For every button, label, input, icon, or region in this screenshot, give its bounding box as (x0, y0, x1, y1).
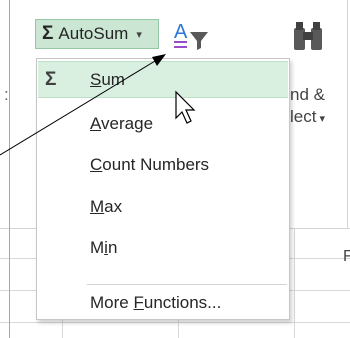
chevron-down-icon: ▾ (319, 113, 325, 125)
grid-row-line (0, 322, 350, 323)
menu-item-label: Min (90, 237, 118, 257)
menu-item-count-numbers[interactable]: Count Numbers (38, 146, 288, 183)
autosum-label: AutoSum (58, 24, 129, 43)
menu-item-max[interactable]: Max (38, 188, 288, 225)
sort-filter-icon[interactable]: A (172, 18, 212, 58)
menu-item-label: Count Numbers (90, 154, 210, 174)
menu-item-label: Sum (90, 69, 125, 89)
find-select-label-line1[interactable]: nd & (290, 85, 325, 105)
menu-item-more-functions[interactable]: More Functions... (38, 284, 288, 321)
binoculars-icon[interactable] (285, 16, 335, 66)
menu-item-sum[interactable]: Σ Sum (38, 61, 288, 98)
grid-col-line (294, 229, 295, 338)
ribbon-separator (347, 0, 348, 228)
sigma-icon: Σ (45, 68, 57, 90)
chevron-down-icon: ▾ (136, 28, 142, 41)
autosum-dropdown-menu: Σ Sum Average Count Numbers Max Min More… (36, 58, 290, 320)
svg-text:A: A (174, 21, 188, 43)
ribbon-edge-mark: : (4, 85, 9, 104)
column-header-f: F (343, 248, 350, 265)
sigma-icon: Σ (42, 23, 54, 44)
window-frame-edge (9, 0, 10, 338)
menu-item-label: Max (90, 196, 123, 216)
menu-item-min[interactable]: Min (38, 229, 288, 266)
menu-item-label: More Functions... (90, 292, 222, 312)
autosum-button[interactable]: Σ AutoSum ▾ (35, 19, 159, 49)
find-select-label-line2[interactable]: lect ▾ (290, 107, 325, 127)
menu-item-label: Average (90, 113, 154, 133)
menu-item-average[interactable]: Average (38, 105, 288, 142)
